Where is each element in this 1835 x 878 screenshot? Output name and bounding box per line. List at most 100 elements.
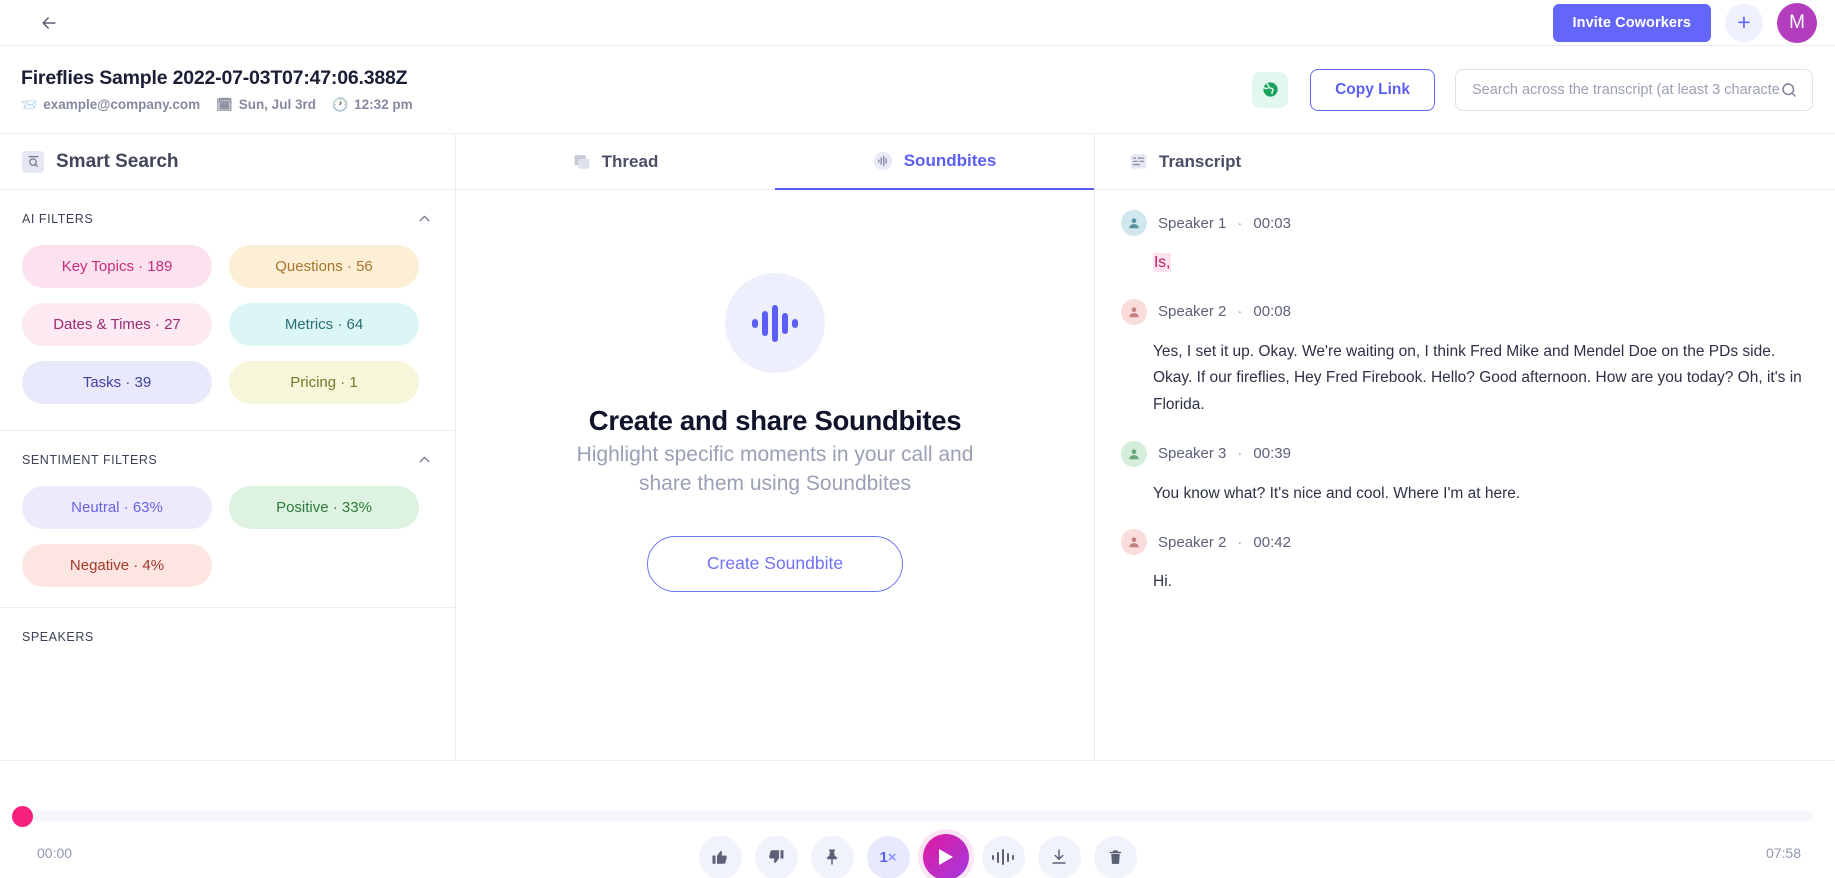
transcript-icon — [1129, 152, 1148, 171]
speaker-name: Speaker 2 — [1158, 533, 1227, 551]
ai-filter-chip-0[interactable]: Key Topics · 189 — [22, 245, 212, 288]
arrow-left-icon — [42, 16, 56, 29]
smart-search-sidebar: Smart Search AI FILTERS Key Topics · 189… — [0, 134, 456, 760]
clock-icon: 🕐 — [331, 97, 349, 112]
search-icon[interactable] — [1780, 81, 1798, 99]
sidebar-header: Smart Search — [0, 134, 455, 190]
invite-coworkers-button[interactable]: Invite Coworkers — [1552, 3, 1711, 42]
transcript-search[interactable] — [1455, 68, 1813, 111]
speaker-name: Speaker 3 — [1158, 445, 1227, 463]
add-button[interactable]: + — [1725, 3, 1763, 42]
speaker-avatar-icon — [1121, 440, 1147, 467]
transcript-entry-meta: Speaker 2 · 00:08 — [1121, 298, 1809, 325]
empty-state-subtitle: Highlight specific moments in your call … — [576, 443, 974, 495]
transcript-entry-meta: Speaker 3 · 00:39 — [1121, 440, 1809, 467]
ai-filter-chip-1[interactable]: Questions · 56 — [229, 245, 419, 288]
entry-timestamp[interactable]: 00:42 — [1253, 534, 1291, 551]
ai-filters-header[interactable]: AI FILTERS — [22, 210, 433, 227]
transcript-entry-meta: Speaker 1 · 00:03 — [1121, 210, 1809, 236]
highlighted-text: Is, — [1153, 253, 1172, 272]
speaker-avatar-icon — [1121, 210, 1147, 236]
player-controls: 1 × — [0, 834, 1835, 878]
envelope-icon: 📨 — [21, 97, 38, 112]
thumbs-up-icon[interactable] — [698, 835, 742, 878]
transcript-list[interactable]: Speaker 1 · 00:03 Is, Speaker 2 · 00:08 Yes, I … — [1095, 190, 1835, 760]
sidebar-title: Smart Search — [56, 150, 179, 172]
meeting-date: 🗓 Sun, Jul 3rd — [216, 97, 316, 112]
transcript-entry[interactable]: Speaker 3 · 00:39 You know what? It's nice … — [1121, 440, 1809, 508]
progress-knob[interactable] — [12, 806, 33, 827]
ai-filters-title: AI FILTERS — [22, 211, 94, 226]
globe-icon[interactable] — [1252, 71, 1289, 108]
wave-bars — [752, 303, 798, 343]
chevron-up-icon[interactable] — [416, 451, 433, 468]
page-title: Fireflies Sample 2022-07-03T07:47:06.388… — [21, 67, 408, 89]
entry-timestamp[interactable]: 00:08 — [1253, 303, 1291, 320]
play-button[interactable] — [922, 834, 969, 878]
meeting-email-text: example@company.com — [43, 97, 201, 112]
copy-link-button[interactable]: Copy Link — [1310, 68, 1435, 111]
entry-timestamp[interactable]: 00:03 — [1253, 215, 1291, 232]
soundbite-icon[interactable] — [981, 835, 1025, 878]
user-avatar[interactable]: M — [1777, 2, 1817, 43]
progress-track[interactable] — [12, 806, 1813, 827]
transcript-header[interactable]: Transcript — [1095, 134, 1835, 190]
empty-state-title: Create and share Soundbites — [588, 405, 962, 436]
transcript-entry[interactable]: Speaker 1 · 00:03 Is, — [1121, 210, 1809, 277]
delete-icon[interactable] — [1093, 835, 1137, 878]
create-soundbite-button[interactable]: Create Soundbite — [647, 535, 903, 592]
speed-suffix: × — [887, 848, 897, 866]
transcript-text: You know what? It's nice and cool. Where… — [1153, 484, 1521, 502]
ai-filter-chip-2[interactable]: Dates & Times · 27 — [22, 303, 212, 346]
transcript-text: Is, — [1153, 250, 1809, 277]
soundbites-icon — [873, 151, 893, 171]
sentiment-filters-header[interactable]: SENTIMENT FILTERS — [22, 451, 433, 468]
plus-icon: + — [1737, 9, 1751, 35]
ai-filter-chip-3[interactable]: Metrics · 64 — [229, 303, 419, 346]
transcript-entry-meta: Speaker 2 · 00:42 — [1121, 529, 1809, 556]
speed-button[interactable]: 1 × — [866, 835, 910, 878]
separator-dot: · — [1237, 445, 1243, 463]
center-panel: Thread Soundbites Create and share Sound… — [456, 134, 1095, 760]
meeting-email: 📨 example@company.com — [21, 97, 200, 112]
meeting-info: Fireflies Sample 2022-07-03T07:47:06.388… — [21, 67, 413, 112]
globe-glyph — [1262, 82, 1278, 97]
speaker-name: Speaker 2 — [1158, 303, 1227, 321]
back-button[interactable] — [34, 8, 64, 38]
transcript-text: Yes, I set it up. Okay. We're waiting on… — [1153, 342, 1802, 413]
calendar-icon: 🗓 — [216, 97, 233, 112]
soundbite-wave-icon — [725, 273, 825, 373]
smart-search-icon — [22, 150, 44, 173]
ai-filters-section: AI FILTERS Key Topics · 189 Questions · 5… — [0, 190, 455, 412]
speaker-avatar-icon — [1121, 298, 1147, 325]
tab-thread-label: Thread — [601, 151, 659, 171]
main-body: Smart Search AI FILTERS Key Topics · 189… — [0, 134, 1835, 760]
tab-soundbites-label: Soundbites — [903, 151, 997, 170]
meeting-header: Fireflies Sample 2022-07-03T07:47:06.388… — [0, 46, 1835, 134]
sentiment-filter-chip-1[interactable]: Positive · 33% — [229, 486, 419, 529]
ai-filter-chip-4[interactable]: Tasks · 39 — [22, 361, 212, 404]
tab-soundbites[interactable]: Soundbites — [775, 134, 1094, 190]
sentiment-filter-chips: Neutral · 63% Positive · 33% Negative · 4% — [22, 486, 433, 587]
chevron-up-icon[interactable] — [416, 210, 433, 227]
entry-timestamp[interactable]: 00:39 — [1253, 445, 1291, 462]
sentiment-filter-chip-0[interactable]: Neutral · 63% — [22, 486, 212, 529]
transcript-entry[interactable]: Speaker 2 · 00:08 Yes, I set it up. Okay. W… — [1121, 298, 1809, 419]
separator-dot: · — [1237, 214, 1243, 232]
meeting-date-text: Sun, Jul 3rd — [238, 97, 316, 112]
speaker-name: Speaker 1 — [1158, 214, 1227, 232]
search-input[interactable] — [1472, 81, 1780, 98]
audio-player: 00:00 07:58 1 × — [0, 760, 1835, 878]
speakers-section-title[interactable]: SPEAKERS — [0, 607, 455, 644]
tab-thread[interactable]: Thread — [456, 134, 775, 190]
thumbs-down-icon[interactable] — [754, 835, 798, 878]
download-icon[interactable] — [1037, 835, 1081, 878]
play-icon — [938, 849, 953, 865]
pin-icon[interactable] — [810, 835, 854, 878]
transcript-entry[interactable]: Speaker 2 · 00:42 Hi. — [1121, 529, 1809, 596]
wave-glyph — [991, 849, 1015, 865]
timeline[interactable] — [0, 806, 1835, 827]
sentiment-filter-chip-2[interactable]: Negative · 4% — [22, 544, 212, 587]
ai-filter-chip-5[interactable]: Pricing · 1 — [229, 361, 419, 404]
thread-icon — [573, 153, 591, 171]
